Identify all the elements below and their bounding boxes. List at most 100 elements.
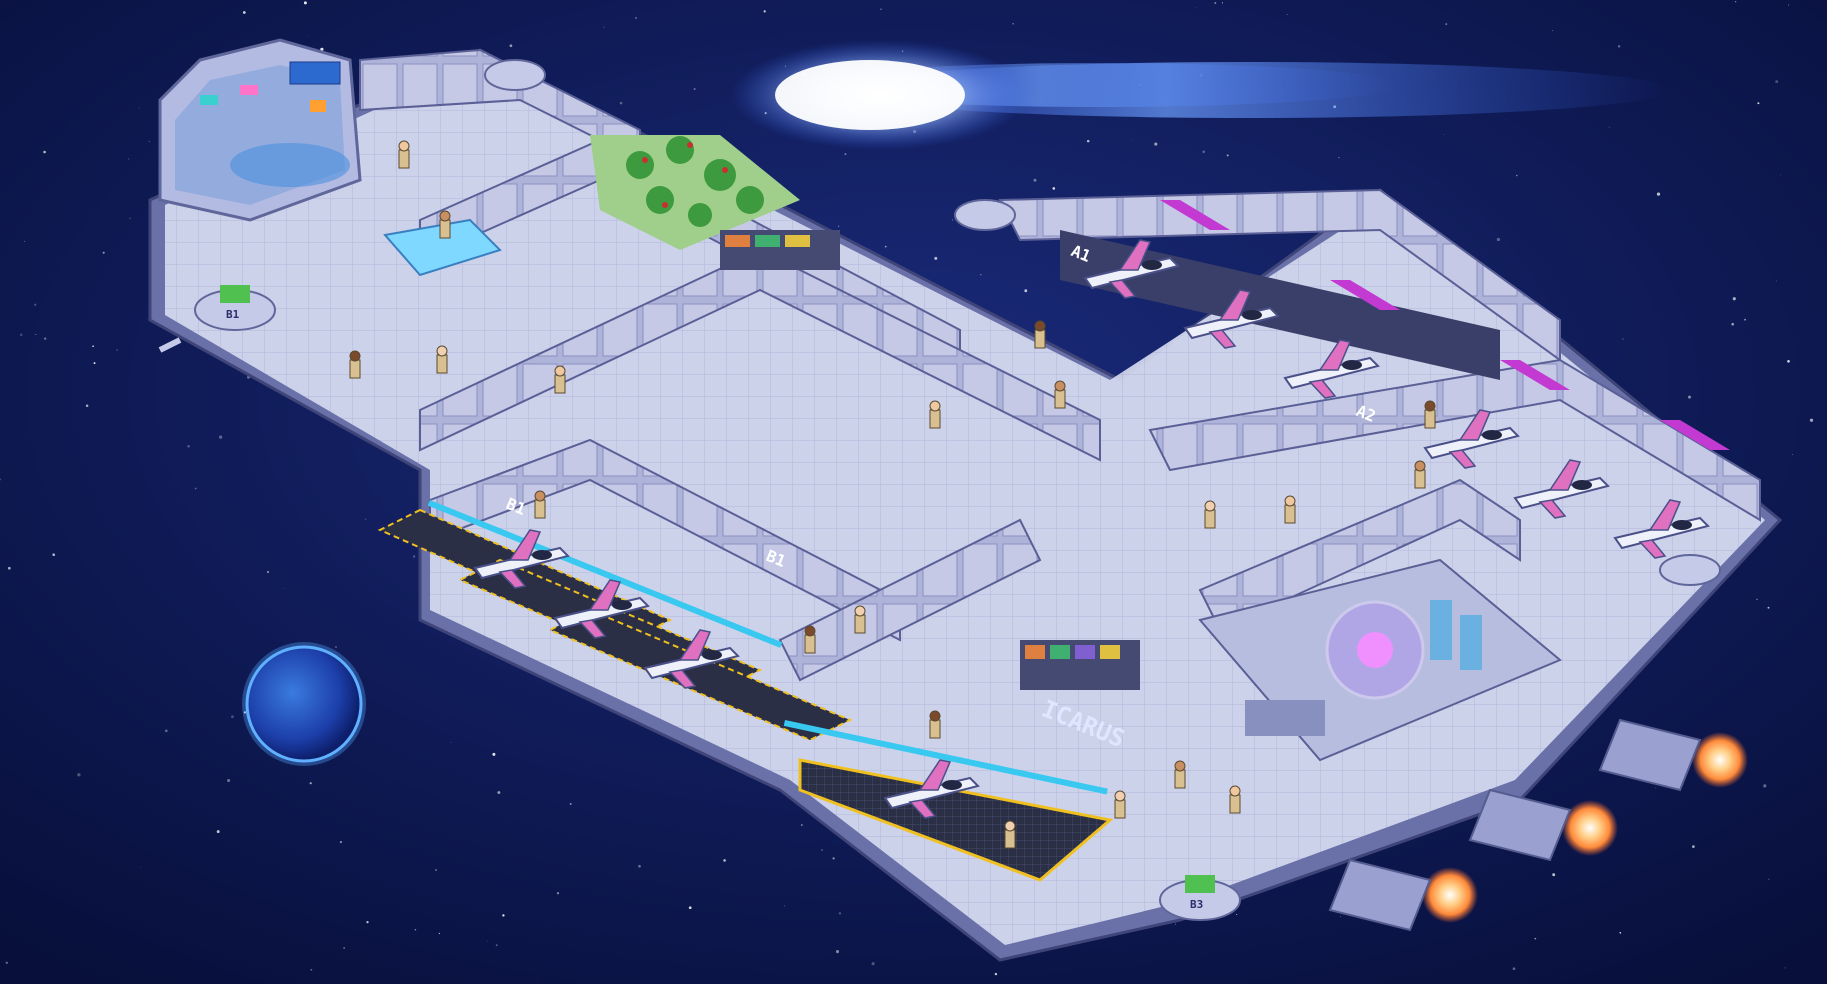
- star: [366, 920, 369, 924]
- star: [1757, 102, 1760, 105]
- star: [763, 10, 766, 13]
- star: [140, 866, 142, 868]
- star: [1496, 237, 1501, 242]
- space-station-illustration: ICARUS A1 A2 B1 B1 B1 B3: [0, 0, 1827, 984]
- crew-member: [1424, 400, 1436, 429]
- star: [307, 36, 309, 38]
- crew-member: [1114, 790, 1126, 819]
- star: [7, 566, 11, 570]
- star: [884, 245, 887, 248]
- crew-member: [1054, 380, 1066, 409]
- star: [1033, 178, 1037, 182]
- star: [1445, 23, 1448, 26]
- star: [1656, 192, 1661, 196]
- star: [1226, 154, 1229, 157]
- crew-member: [1414, 460, 1426, 489]
- star: [835, 950, 840, 954]
- star: [450, 742, 452, 743]
- crew-member: [1284, 495, 1296, 524]
- star: [1214, 2, 1217, 4]
- star: [227, 778, 231, 783]
- star: [231, 715, 234, 719]
- star: [1767, 606, 1770, 609]
- star: [194, 487, 197, 490]
- star: [1608, 126, 1610, 128]
- star: [1175, 923, 1177, 925]
- star: [1552, 30, 1553, 32]
- star: [216, 830, 220, 834]
- crew-member: [1204, 500, 1216, 529]
- star: [1655, 787, 1657, 789]
- star: [44, 337, 47, 340]
- pod-label-b3: B3: [1190, 898, 1203, 911]
- star: [934, 256, 938, 260]
- star: [1516, 174, 1518, 177]
- star: [1340, 916, 1341, 918]
- star: [1744, 318, 1747, 321]
- star: [242, 11, 246, 14]
- star: [556, 892, 560, 895]
- star: [93, 362, 96, 365]
- star: [309, 782, 312, 785]
- star: [1052, 187, 1056, 190]
- star: [1619, 931, 1622, 934]
- star: [1154, 142, 1158, 146]
- star: [844, 153, 847, 156]
- star: [1784, 967, 1786, 969]
- star: [723, 859, 726, 862]
- star: [283, 588, 285, 590]
- star: [1780, 174, 1782, 176]
- star: [952, 219, 954, 221]
- star: [414, 928, 417, 931]
- star: [129, 217, 131, 219]
- star: [1692, 845, 1695, 848]
- star: [1688, 395, 1691, 399]
- star: [1131, 139, 1133, 141]
- star: [871, 962, 875, 966]
- star: [435, 869, 437, 871]
- star: [24, 240, 26, 242]
- star: [1731, 322, 1734, 326]
- star: [784, 905, 786, 907]
- star: [1763, 784, 1767, 788]
- star: [1286, 13, 1288, 15]
- star: [688, 906, 692, 910]
- star: [838, 912, 842, 915]
- star: [1788, 4, 1790, 6]
- crew-member: [1229, 785, 1241, 814]
- star: [77, 773, 81, 777]
- star: [19, 333, 23, 337]
- star: [339, 841, 342, 844]
- star: [1236, 913, 1238, 916]
- star: [164, 729, 168, 733]
- crew-member: [534, 490, 546, 519]
- crew-member: [554, 365, 566, 394]
- star: [1792, 454, 1793, 455]
- crew-member: [929, 710, 941, 739]
- star: [994, 972, 998, 976]
- star: [1443, 133, 1445, 136]
- star: [1734, 1, 1737, 3]
- star: [1534, 937, 1537, 940]
- star: [837, 225, 840, 227]
- star: [1195, 7, 1196, 8]
- star: [343, 947, 345, 949]
- star: [1012, 22, 1014, 25]
- star: [502, 914, 505, 917]
- star: [310, 968, 313, 971]
- planet: [242, 642, 366, 766]
- star: [537, 982, 539, 983]
- crew-member: [398, 140, 410, 169]
- star: [218, 435, 223, 439]
- star: [1768, 878, 1770, 880]
- star: [509, 44, 513, 48]
- star: [335, 646, 337, 648]
- star: [438, 932, 441, 935]
- star: [148, 140, 150, 143]
- star: [303, 1, 307, 5]
- star: [619, 101, 623, 105]
- star: [492, 752, 496, 756]
- star: [43, 150, 46, 154]
- star: [603, 26, 605, 28]
- star: [693, 87, 696, 91]
